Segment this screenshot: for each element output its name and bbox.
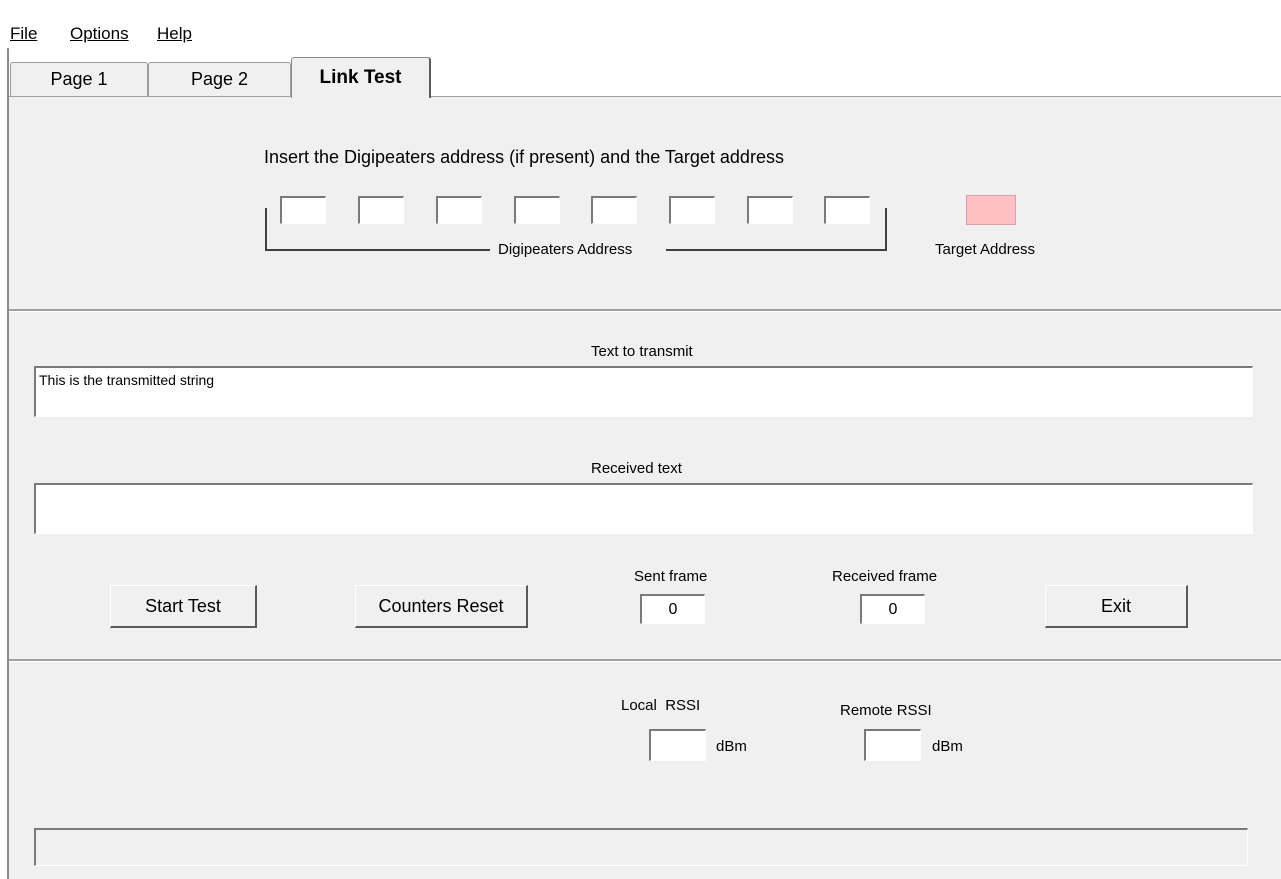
status-bar xyxy=(34,828,1248,866)
digipeater-address-1[interactable] xyxy=(280,196,326,224)
menu-bar: File Options Help xyxy=(0,0,1281,48)
local-rssi-label: Local RSSI xyxy=(621,697,701,714)
digipeater-address-8[interactable] xyxy=(824,196,870,224)
address-instruction: Insert the Digipeaters address (if prese… xyxy=(264,147,784,167)
digipeaters-bracket-bottom-right xyxy=(666,249,887,251)
exit-button-label: Exit xyxy=(1100,595,1131,616)
menu-help-label: Help xyxy=(157,24,192,43)
digipeaters-bracket-right xyxy=(885,208,887,250)
received-frame-label: Received frame xyxy=(832,568,938,585)
digipeater-address-2[interactable] xyxy=(358,196,404,224)
counters-reset-button[interactable]: Counters Reset xyxy=(355,585,528,628)
local-rssi-field xyxy=(649,729,706,761)
digipeater-address-4[interactable] xyxy=(514,196,560,224)
digipeater-address-5[interactable] xyxy=(591,196,637,224)
digipeaters-address-label: Digipeaters Address xyxy=(498,241,633,258)
remote-rssi-label: Remote RSSI xyxy=(840,702,932,719)
start-test-button[interactable]: Start Test xyxy=(110,585,257,628)
received-frame-counter: 0 xyxy=(860,594,925,624)
separator-1 xyxy=(9,309,1281,312)
tab-page-1[interactable]: Page 1 xyxy=(10,62,148,96)
digipeater-address-3[interactable] xyxy=(436,196,482,224)
tab-page-1-label: Page 1 xyxy=(50,69,108,89)
menu-help[interactable]: Help xyxy=(157,24,192,44)
tab-page-2-label: Page 2 xyxy=(190,69,249,89)
received-text-label: Received text xyxy=(591,460,682,477)
separator-2 xyxy=(9,659,1281,662)
counters-reset-button-label: Counters Reset xyxy=(378,595,504,616)
menu-options-label: Options xyxy=(70,24,129,43)
digipeater-address-7[interactable] xyxy=(747,196,793,224)
received-text-field[interactable] xyxy=(34,483,1253,534)
local-rssi-unit: dBm xyxy=(716,738,747,755)
menu-file[interactable]: File xyxy=(10,24,37,44)
digipeater-address-6[interactable] xyxy=(669,196,715,224)
sent-frame-counter: 0 xyxy=(640,594,705,624)
digipeaters-bracket-bottom-left xyxy=(265,249,490,251)
remote-rssi-field xyxy=(864,729,921,761)
digipeaters-bracket-left xyxy=(265,208,267,250)
target-address-field[interactable] xyxy=(966,195,1016,225)
exit-button[interactable]: Exit xyxy=(1045,585,1188,628)
start-test-button-label: Start Test xyxy=(145,595,221,616)
text-to-transmit-field[interactable]: This is the transmitted string xyxy=(34,366,1253,417)
text-to-transmit-label: Text to transmit xyxy=(591,343,693,360)
menu-options[interactable]: Options xyxy=(70,24,129,44)
tab-link-test-label: Link Test xyxy=(319,67,402,88)
sent-frame-label: Sent frame xyxy=(634,568,708,585)
tab-link-test[interactable]: Link Test xyxy=(291,57,431,98)
target-address-label: Target Address xyxy=(935,241,1036,258)
tab-page-2[interactable]: Page 2 xyxy=(148,62,291,96)
remote-rssi-unit: dBm xyxy=(932,738,963,755)
menu-file-label: File xyxy=(10,24,38,43)
